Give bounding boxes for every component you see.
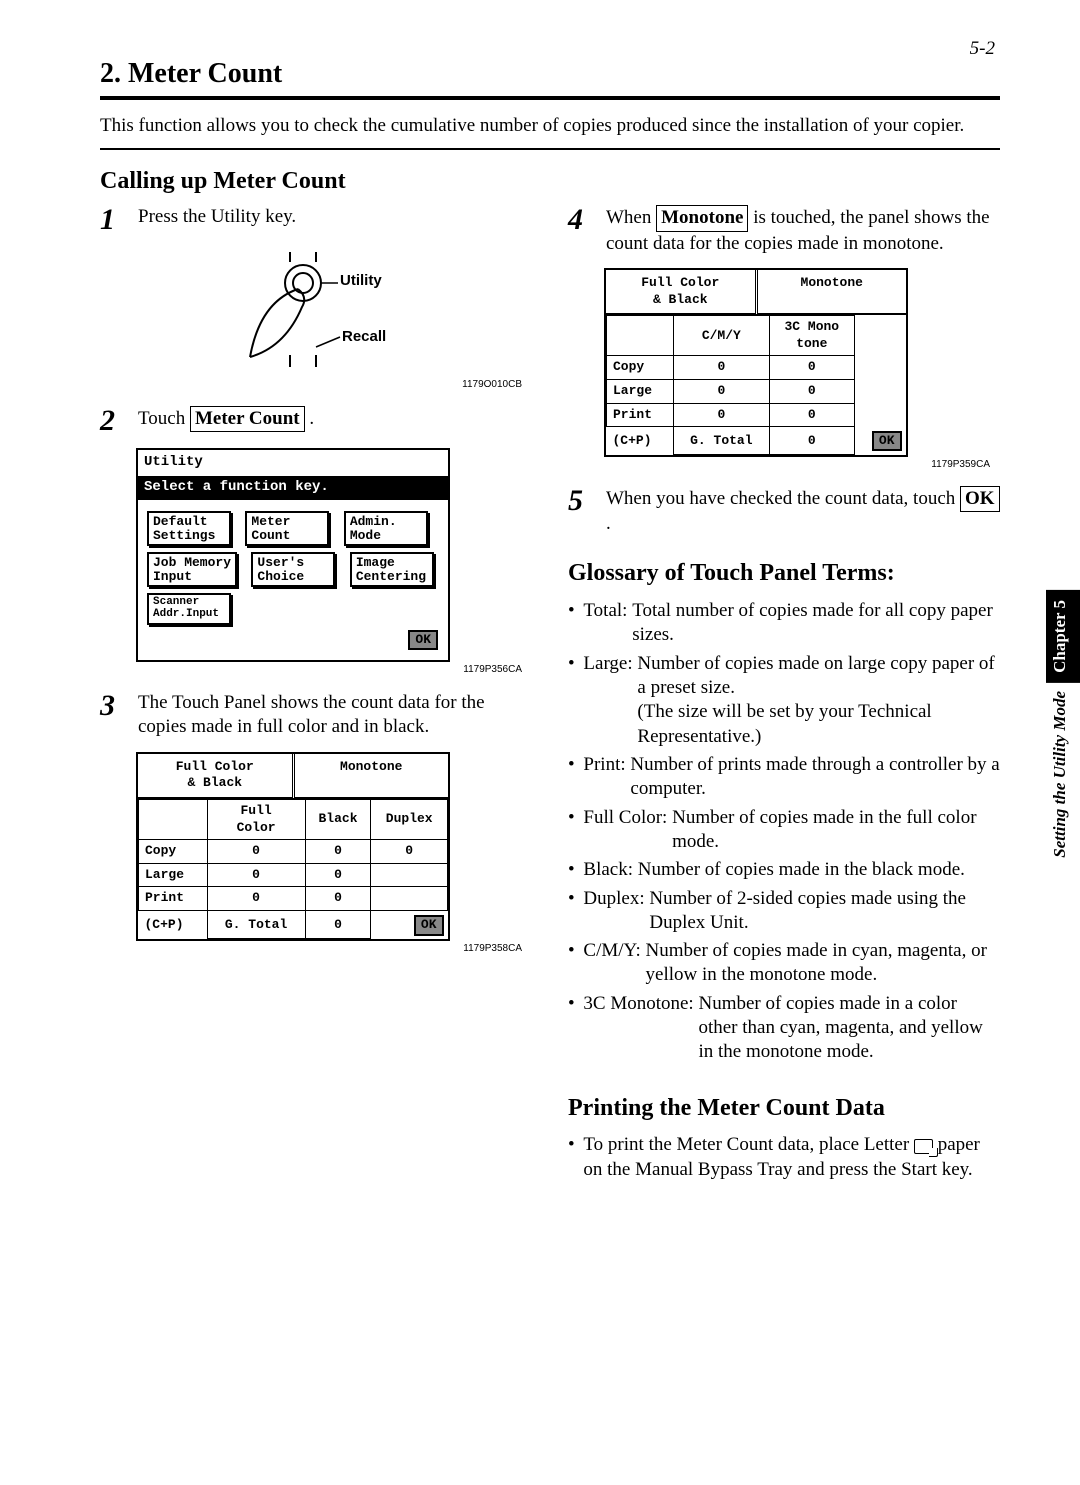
figure-code: 1179P358CA: [100, 943, 522, 956]
subheading-calling: Calling up Meter Count: [100, 168, 1000, 195]
fn-admin-mode[interactable]: Admin. Mode: [344, 511, 428, 546]
page: 5-2 2. Meter Count This function allows …: [0, 0, 1080, 1485]
meter-count-key: Meter Count: [190, 406, 305, 432]
tab-monotone[interactable]: Monotone: [758, 270, 907, 315]
table-row: Large00: [139, 863, 448, 887]
mode-tab: Setting the Utility Mode: [1046, 683, 1080, 878]
step-text: Press the Utility key.: [138, 205, 532, 235]
tab-monotone[interactable]: Monotone: [295, 754, 449, 799]
intro-text: This function allows you to check the cu…: [100, 114, 1000, 138]
label-recall: Recall: [342, 327, 386, 346]
step-number: 2: [100, 406, 124, 436]
tray-icon: [914, 1139, 933, 1154]
step-1: 1 Press the Utility key.: [100, 205, 532, 235]
table-row: Large00: [607, 380, 906, 404]
step-text: Touch Meter Count .: [138, 406, 532, 436]
fn-default-settings[interactable]: Default Settings: [147, 511, 231, 546]
subheading-glossary: Glossary of Touch Panel Terms:: [568, 558, 1000, 589]
section-number: 2.: [100, 58, 121, 89]
step-5: 5 When you have checked the count data, …: [568, 486, 1000, 537]
figure-code: 1179P356CA: [100, 664, 522, 677]
left-column: 1 Press the Utility key. Utility Recall …: [100, 205, 532, 1182]
step-2: 2 Touch Meter Count .: [100, 406, 532, 436]
table-row: Print00: [139, 887, 448, 911]
label-utility: Utility: [340, 271, 382, 290]
step-text: When you have checked the count data, to…: [606, 486, 1000, 537]
count-table: C/M/Y 3C Mono tone Copy00 Large00 Print0…: [606, 315, 906, 455]
ok-key: OK: [960, 486, 1000, 512]
fn-image-centering[interactable]: Image Centering: [350, 552, 434, 587]
step-text: The Touch Panel shows the count data for…: [138, 691, 532, 740]
figure-code: 1179O010CB: [100, 379, 522, 392]
step-number: 4: [568, 205, 592, 256]
utility-panel: Utility Select a function key. Default S…: [136, 448, 450, 662]
ok-button[interactable]: OK: [414, 915, 444, 936]
step-number: 1: [100, 205, 124, 235]
panel-title: Utility: [138, 450, 448, 476]
side-tab: Chapter 5 Setting the Utility Mode: [1046, 590, 1080, 910]
monotone-key: Monotone: [656, 205, 748, 231]
hand-figure: Utility Recall: [190, 247, 420, 377]
section-title: Meter Count: [128, 58, 282, 89]
subheading-printing: Printing the Meter Count Data: [568, 1093, 1000, 1124]
table-row: Copy00: [607, 356, 906, 380]
tab-fullcolor[interactable]: Full Color & Black: [138, 754, 295, 799]
right-column: 4 When Monotone is touched, the panel sh…: [568, 205, 1000, 1182]
step-number: 5: [568, 486, 592, 537]
fn-scanner-addr[interactable]: Scanner Addr.Input: [147, 593, 231, 624]
print-bullet: • To print the Meter Count data, place L…: [568, 1133, 1000, 1182]
step-number: 3: [100, 691, 124, 740]
rule-thin: [100, 148, 1000, 150]
count-table: Full Color Black Duplex Copy000 Large00 …: [138, 799, 448, 939]
panel-body: Default Settings Meter Count Admin. Mode…: [138, 500, 448, 660]
step-3: 3 The Touch Panel shows the count data f…: [100, 691, 532, 740]
rule-thick: [100, 96, 1000, 100]
figure-code: 1179P359CA: [568, 459, 990, 472]
fn-users-choice[interactable]: User's Choice: [251, 552, 335, 587]
glossary-list: • Total: Total number of copies made for…: [568, 599, 1000, 1065]
ok-button[interactable]: OK: [872, 431, 902, 452]
page-number: 5-2: [970, 38, 995, 60]
tab-fullcolor[interactable]: Full Color & Black: [606, 270, 758, 315]
section-heading: 2. Meter Count: [100, 58, 1000, 90]
chapter-tab: Chapter 5: [1046, 590, 1080, 683]
step-text: When Monotone is touched, the panel show…: [606, 205, 1000, 256]
count-panel-fullcolor: Full Color & Black Monotone Full Color B…: [136, 752, 450, 942]
step-4: 4 When Monotone is touched, the panel sh…: [568, 205, 1000, 256]
fn-meter-count[interactable]: Meter Count: [245, 511, 329, 546]
table-row: Print00: [607, 403, 906, 427]
count-panel-monotone: Full Color & Black Monotone C/M/Y 3C Mon…: [604, 268, 908, 457]
ok-button[interactable]: OK: [408, 630, 438, 651]
table-row: Copy000: [139, 840, 448, 864]
panel-prompt: Select a function key.: [138, 476, 448, 500]
fn-job-memory-input[interactable]: Job Memory Input: [147, 552, 237, 587]
